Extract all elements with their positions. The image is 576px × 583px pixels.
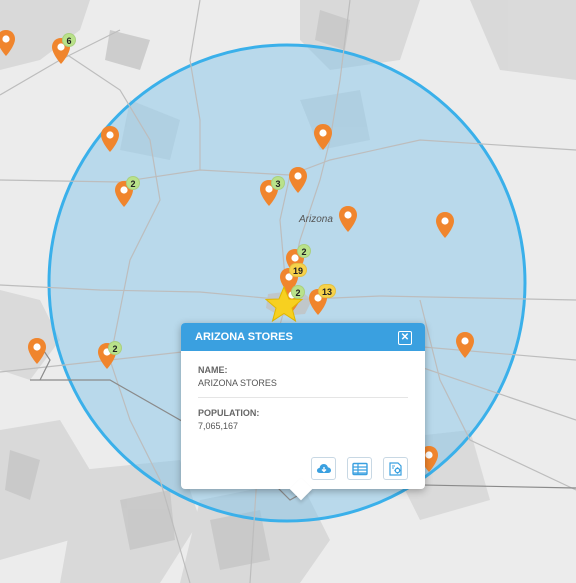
close-icon[interactable]: ✕: [398, 331, 412, 345]
info-popup: ARIZONA STORES ✕ NAME: ARIZONA STORES PO…: [181, 323, 425, 489]
cluster-badge[interactable]: 2: [126, 176, 140, 190]
cluster-badge[interactable]: 2: [297, 244, 311, 258]
download-icon: [316, 463, 331, 473]
cluster-badge[interactable]: 2: [108, 341, 122, 355]
name-label: NAME:: [198, 365, 228, 375]
cluster-badge[interactable]: 6: [62, 33, 76, 47]
cluster-badge[interactable]: 3: [271, 176, 285, 190]
store-pin[interactable]: [313, 124, 333, 150]
name-value: ARIZONA STORES: [198, 378, 277, 388]
popup-header: ARIZONA STORES ✕: [181, 323, 425, 351]
table-icon: [351, 462, 368, 475]
settings-icon: [388, 461, 402, 476]
population-label: POPULATION:: [198, 408, 260, 418]
divider: [198, 397, 408, 398]
store-pin[interactable]: [435, 212, 455, 238]
cluster-badge[interactable]: 19: [289, 263, 308, 277]
download-button[interactable]: [311, 457, 336, 480]
store-pin[interactable]: [338, 206, 358, 232]
table-view-button[interactable]: [347, 457, 372, 480]
cluster-badge[interactable]: 13: [318, 284, 337, 298]
settings-button[interactable]: [383, 457, 408, 480]
store-pin[interactable]: [100, 126, 120, 152]
store-pin[interactable]: [27, 338, 47, 364]
radius-center-star-icon[interactable]: [265, 286, 303, 322]
map-canvas[interactable]: Arizona 6 2 3 2 19 2 13 2 ARIZONA STORES…: [0, 0, 576, 583]
region-label: Arizona: [299, 214, 333, 225]
store-pin[interactable]: [455, 332, 475, 358]
store-pin[interactable]: [0, 30, 16, 56]
popup-title: ARIZONA STORES: [195, 331, 293, 343]
population-value: 7,065,167: [198, 421, 239, 431]
store-pin[interactable]: [288, 167, 308, 193]
